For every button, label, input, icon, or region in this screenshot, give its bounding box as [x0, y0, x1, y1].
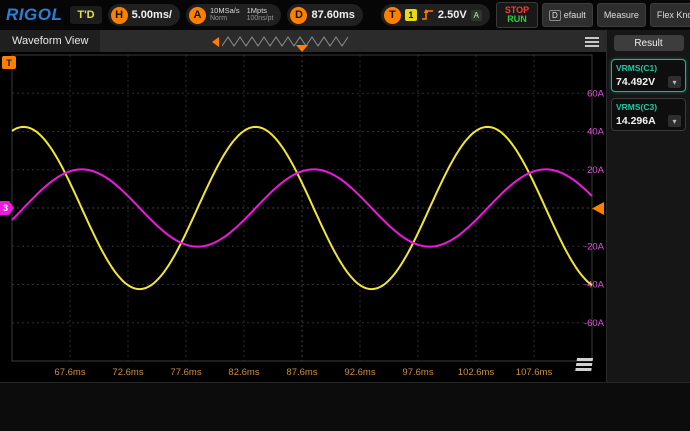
tab-waveform-view[interactable]: Waveform View [0, 30, 100, 52]
oscilloscope-screen: RIGOL T'D H 5.00ms/ A 10MSa/s 1Mpts Norm… [0, 0, 690, 431]
chevron-down-icon[interactable]: ▾ [668, 115, 681, 127]
flex-knob-button[interactable]: Flex Knob [650, 3, 690, 27]
measure-label: Measure [604, 10, 639, 20]
time-resolution: 100ns/pt [247, 15, 274, 24]
measurement-label: VRMS(C3) [616, 102, 681, 112]
acquisition-button[interactable]: A 10MSa/s 1Mpts Norm 100ns/pt [186, 4, 281, 26]
result-panel: Result VRMS(C1) 74.492V ▾ VRMS(C3) 14.29… [606, 30, 690, 382]
trigger-level-value: 2.50V [438, 9, 467, 21]
rigol-logo: RIGOL [4, 5, 64, 25]
acq-mode: Norm [210, 15, 240, 24]
top-toolbar: RIGOL T'D H 5.00ms/ A 10MSa/s 1Mpts Norm… [0, 0, 690, 30]
rising-edge-icon [421, 8, 434, 22]
menu-icon[interactable] [585, 37, 599, 49]
default-button[interactable]: D efault [542, 3, 593, 27]
t-icon: T [384, 7, 401, 24]
memory-depth: 1Mpts [247, 6, 274, 15]
delay-value: 87.60ms [311, 9, 354, 21]
svg-text:87.6ms: 87.6ms [286, 367, 317, 378]
measurement-value: 74.492V [616, 76, 655, 88]
trigger-sweep-badge: A [471, 10, 482, 21]
waveform-display-area[interactable]: 67.6ms 72.6ms 77.6ms 82.6ms 87.6ms 92.6ms 97.6… [0, 52, 606, 382]
bottom-status-bar: ⚙ CH1 50.00V/ 2.00V 20MHz CH2 2.00V/ -6.… [0, 382, 690, 431]
horizontal-overview-strip[interactable] [212, 34, 350, 50]
svg-text:72.6ms: 72.6ms [112, 367, 143, 378]
trigger-settings-button[interactable]: T 1 2.50V A [381, 4, 490, 26]
svg-text:-20A: -20A [584, 241, 605, 252]
svg-text:97.6ms: 97.6ms [402, 367, 433, 378]
measurement-item-vrms-c3[interactable]: VRMS(C3) 14.296A ▾ [611, 98, 686, 131]
measurement-value: 14.296A [616, 115, 656, 127]
trigger-position-marker-icon[interactable] [296, 45, 308, 52]
chevron-down-icon[interactable]: ▾ [668, 76, 681, 88]
timebase-value: 5.00ms/ [132, 9, 172, 21]
default-key-icon: D [549, 10, 561, 21]
svg-text:107.6ms: 107.6ms [516, 367, 553, 378]
measurement-label: VRMS(C1) [616, 63, 681, 73]
svg-text:92.6ms: 92.6ms [344, 367, 375, 378]
trigger-source-badge: 1 [405, 9, 417, 21]
sample-rate: 10MSa/s [210, 6, 240, 15]
svg-text:60A: 60A [587, 88, 605, 99]
horizontal-scale-button[interactable]: H 5.00ms/ [108, 4, 180, 26]
graticule: 67.6ms 72.6ms 77.6ms 82.6ms 87.6ms 92.6ms 97.6… [0, 52, 606, 382]
result-panel-title: Result [614, 35, 684, 51]
svg-text:40A: 40A [587, 127, 605, 138]
horizontal-delay-button[interactable]: D 87.60ms [287, 4, 362, 26]
svg-text:77.6ms: 77.6ms [170, 367, 201, 378]
trigger-source-tag[interactable]: T [2, 56, 16, 69]
run-stop-button[interactable]: STOP RUN [496, 2, 538, 28]
overview-waveform-preview [222, 35, 350, 49]
d-icon: D [290, 7, 307, 24]
svg-text:67.6ms: 67.6ms [54, 367, 85, 378]
svg-text:-60A: -60A [584, 318, 605, 329]
acquisition-info: 10MSa/s 1Mpts Norm 100ns/pt [210, 6, 273, 24]
overview-left-arrow-icon[interactable] [212, 37, 219, 47]
svg-text:82.6ms: 82.6ms [228, 367, 259, 378]
measurement-item-vrms-c1[interactable]: VRMS(C1) 74.492V ▾ [611, 59, 686, 92]
flex-knob-label: Flex Knob [657, 10, 690, 20]
measure-button[interactable]: Measure [597, 3, 646, 27]
run-label: RUN [507, 15, 527, 24]
toolbar-right-group: STOP RUN D efault Measure Flex Knob [496, 2, 690, 28]
svg-text:102.6ms: 102.6ms [458, 367, 495, 378]
svg-text:20A: 20A [587, 165, 605, 176]
h-icon: H [111, 7, 128, 24]
a-icon: A [189, 7, 206, 24]
display-menu-icon[interactable] [575, 358, 593, 373]
trigger-status-badge: T'D [70, 6, 101, 24]
default-label: efault [564, 10, 586, 20]
